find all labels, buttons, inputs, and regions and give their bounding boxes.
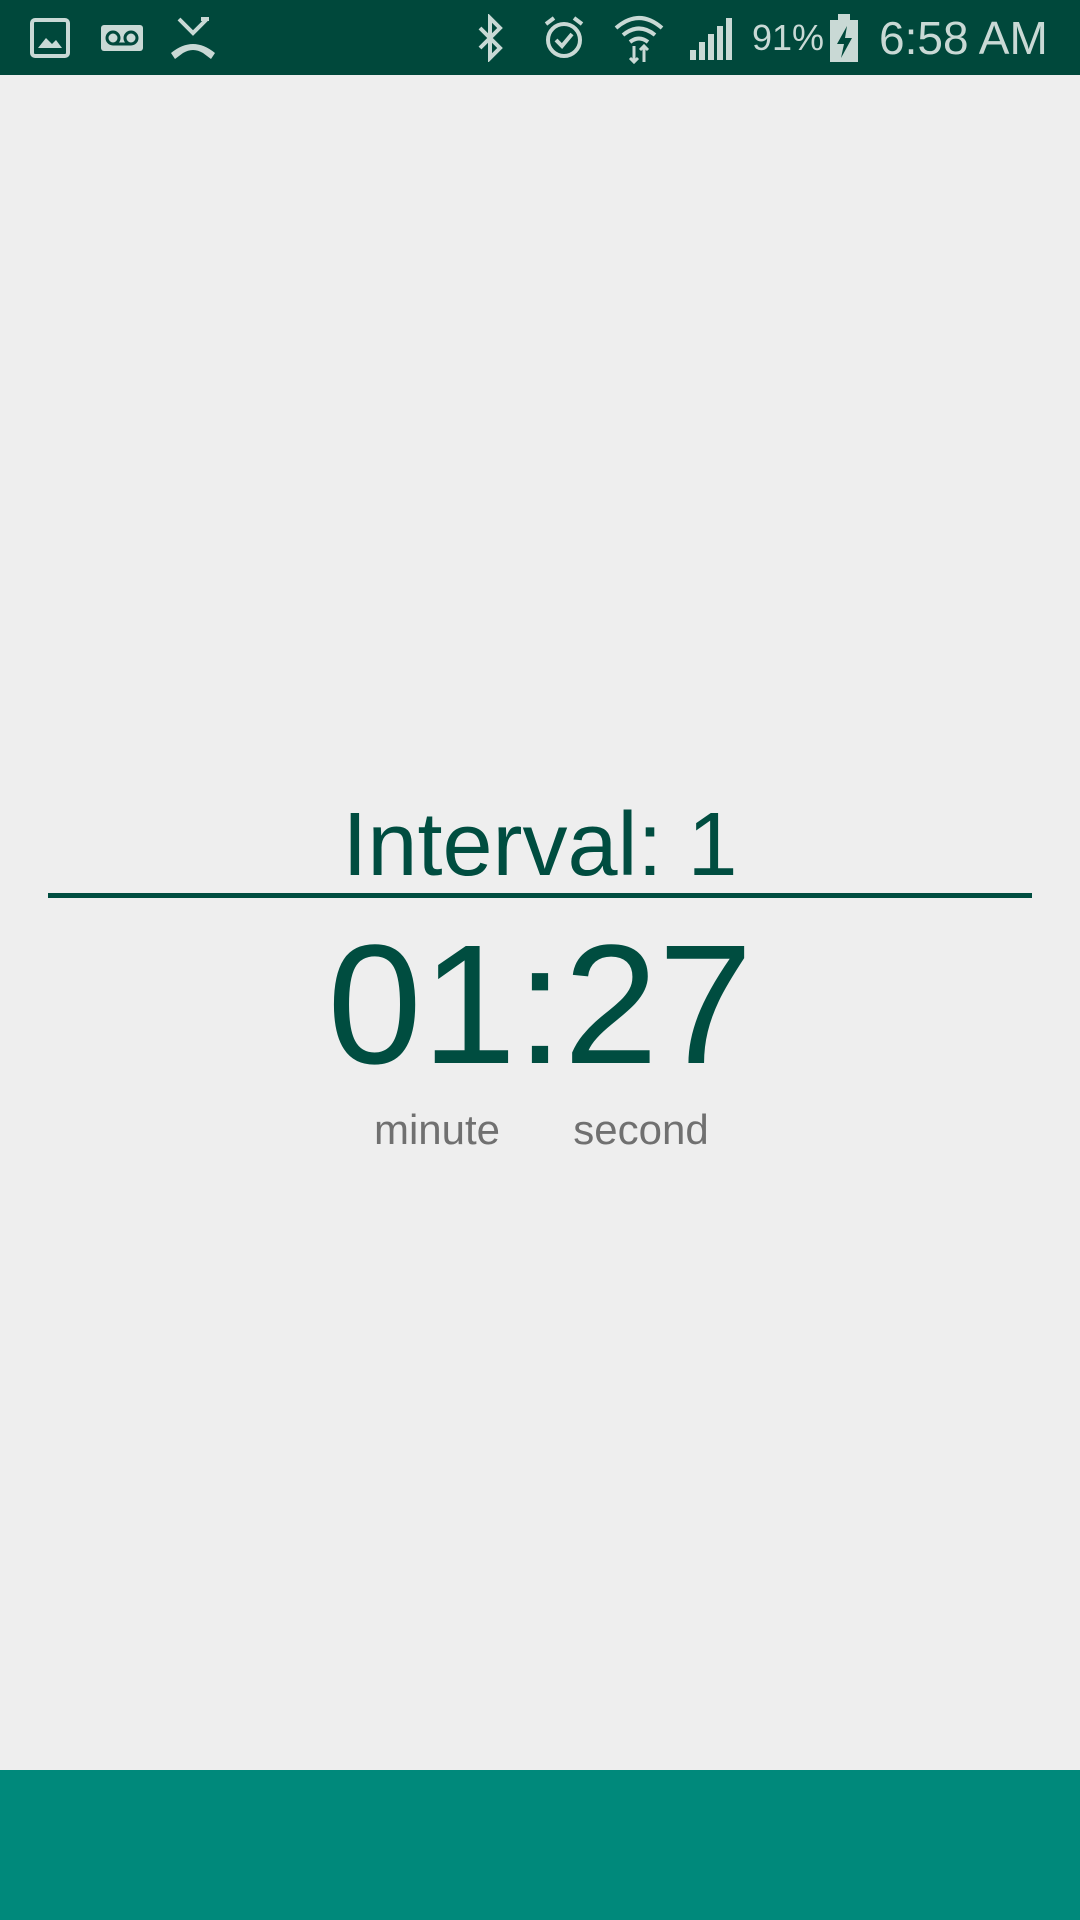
- status-bar: 91% 6:58 AM: [0, 0, 1080, 75]
- timer-display: 01:27: [327, 910, 753, 1100]
- gallery-icon: [24, 10, 76, 66]
- wifi-icon: [610, 10, 668, 66]
- voicemail-icon: [96, 10, 148, 66]
- alarm-icon: [538, 10, 590, 66]
- second-label: second: [573, 1106, 709, 1153]
- divider: [48, 893, 1032, 898]
- signal-icon: [686, 10, 738, 66]
- interval-label: Interval: 1: [342, 795, 738, 895]
- battery-percent: 91%: [752, 16, 825, 58]
- clock: 6:58 AM: [879, 11, 1048, 64]
- bluetooth-icon: [468, 10, 512, 66]
- minute-label: minute: [373, 1106, 501, 1153]
- bottom-bar: [0, 1770, 1080, 1920]
- battery-charging-icon: [826, 10, 862, 66]
- missed-call-icon: [166, 10, 220, 66]
